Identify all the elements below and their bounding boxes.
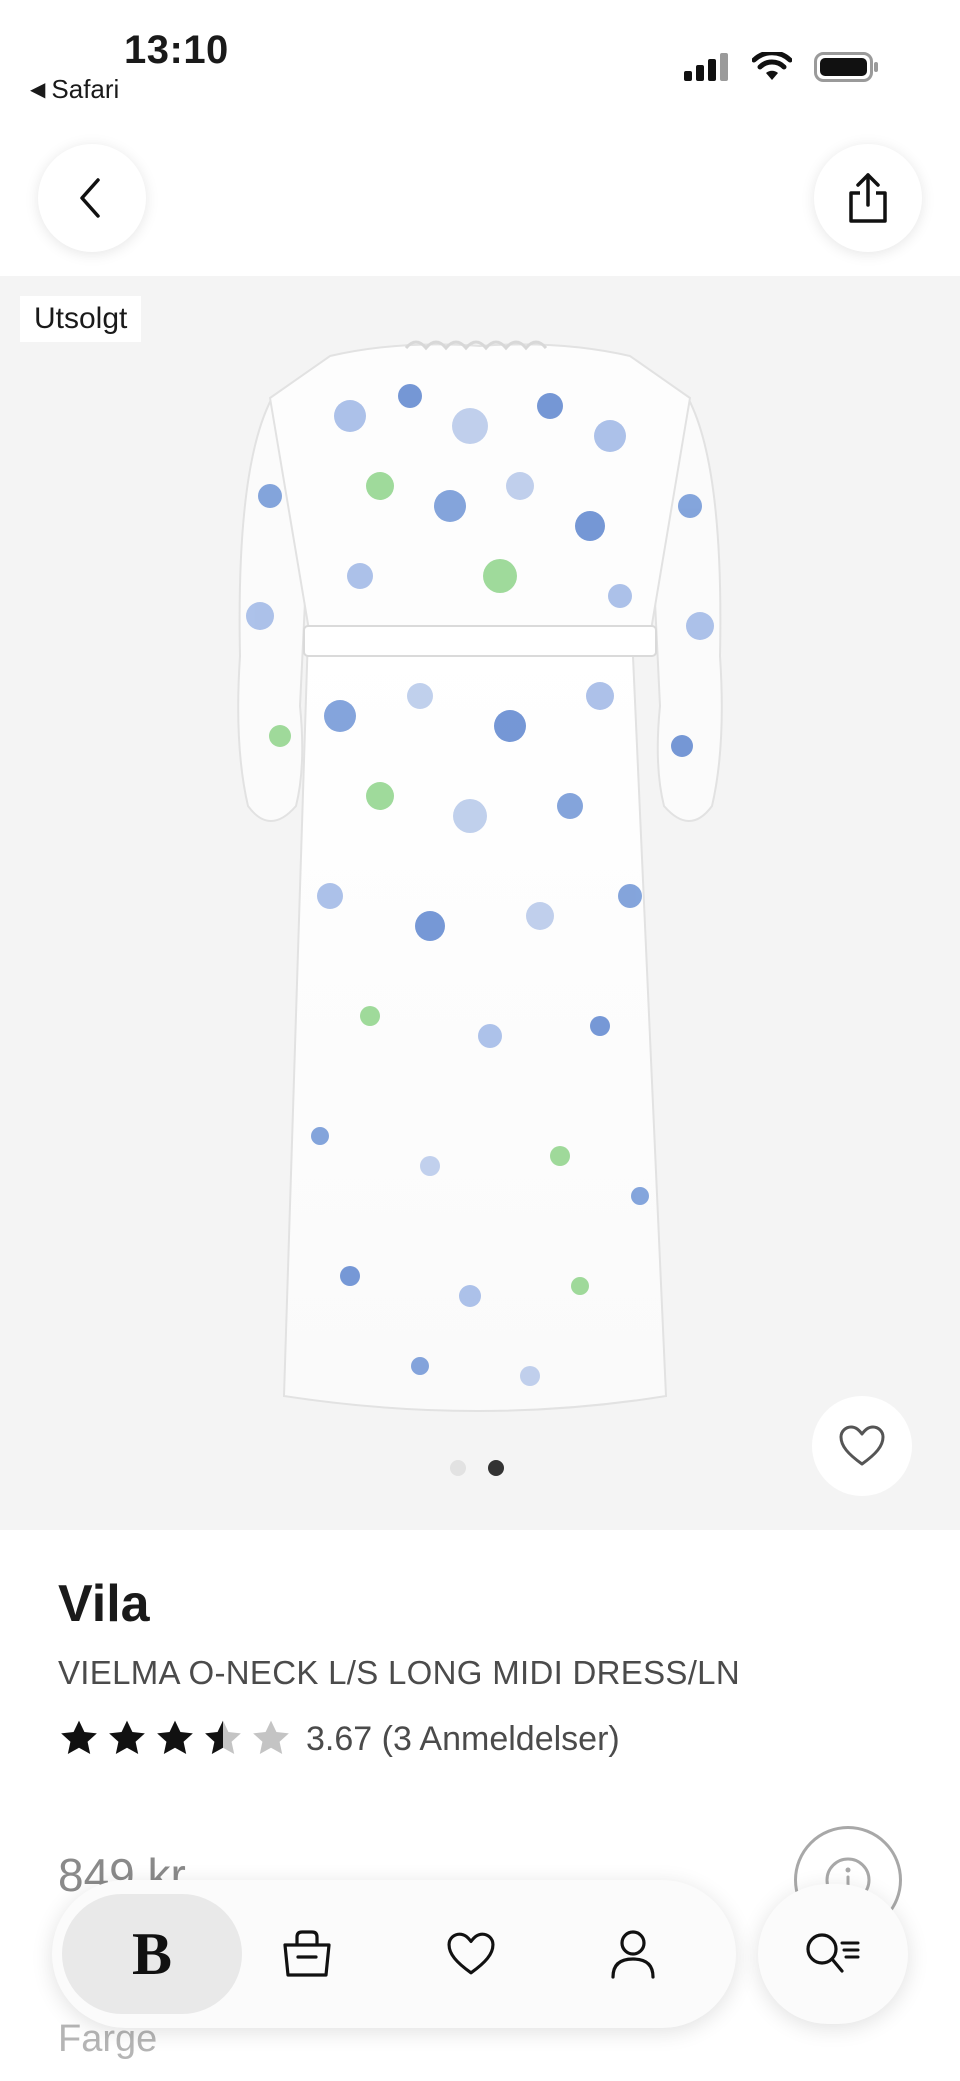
back-button[interactable] <box>38 144 146 252</box>
signal-icon <box>684 53 728 81</box>
tab-account[interactable] <box>578 1894 688 2014</box>
bottom-tab-bar: B <box>52 1880 736 2028</box>
heart-icon <box>839 1425 885 1466</box>
gallery-pagination <box>450 1460 504 1476</box>
shopping-bag-icon <box>283 1930 331 1977</box>
share-button[interactable] <box>814 144 922 252</box>
tab-bag[interactable] <box>252 1894 362 2014</box>
back-app-label: Safari <box>51 74 120 104</box>
rating-text: 3.67 (3 Anmeldelser) <box>306 1719 620 1758</box>
back-to-safari-link[interactable]: ◀ Safari <box>30 74 119 105</box>
status-icons <box>684 52 880 82</box>
product-image-gallery[interactable]: Utsolgt <box>0 276 960 1530</box>
sold-out-badge: Utsolgt <box>20 296 142 342</box>
search-icon <box>806 1933 860 1973</box>
star-filled-icon <box>157 1720 193 1755</box>
star-rating <box>58 1718 292 1760</box>
share-icon <box>849 173 887 223</box>
heart-icon <box>447 1932 495 1975</box>
product-title: VIELMA O-NECK L/S LONG MIDI DRESS/LN <box>58 1654 740 1691</box>
star-filled-icon <box>109 1720 145 1755</box>
person-icon <box>611 1930 655 1979</box>
star-half-icon <box>205 1720 241 1755</box>
brand-logo-icon: B <box>131 1920 173 1987</box>
chevron-left-icon <box>80 178 100 218</box>
status-bar: 13:10 ◀ Safari <box>0 0 960 120</box>
tab-home[interactable]: B <box>62 1894 242 2014</box>
gallery-dot-1[interactable] <box>450 1460 466 1476</box>
gallery-dot-2[interactable] <box>488 1460 504 1476</box>
tab-favorites[interactable] <box>416 1894 526 2014</box>
search-button[interactable] <box>758 1884 908 2024</box>
rating-summary[interactable]: 3.67 (3 Anmeldelser) <box>58 1718 620 1760</box>
top-nav <box>0 120 960 276</box>
status-time: 13:10 <box>124 28 229 72</box>
battery-icon <box>814 52 878 82</box>
star-empty-icon <box>253 1720 289 1755</box>
wifi-icon <box>752 52 792 80</box>
star-filled-icon <box>61 1720 97 1755</box>
favorite-button[interactable] <box>812 1396 912 1496</box>
back-triangle-icon: ◀ <box>30 79 46 101</box>
brand-name[interactable]: Vila <box>58 1574 150 1634</box>
product-image-dress <box>237 340 723 1412</box>
